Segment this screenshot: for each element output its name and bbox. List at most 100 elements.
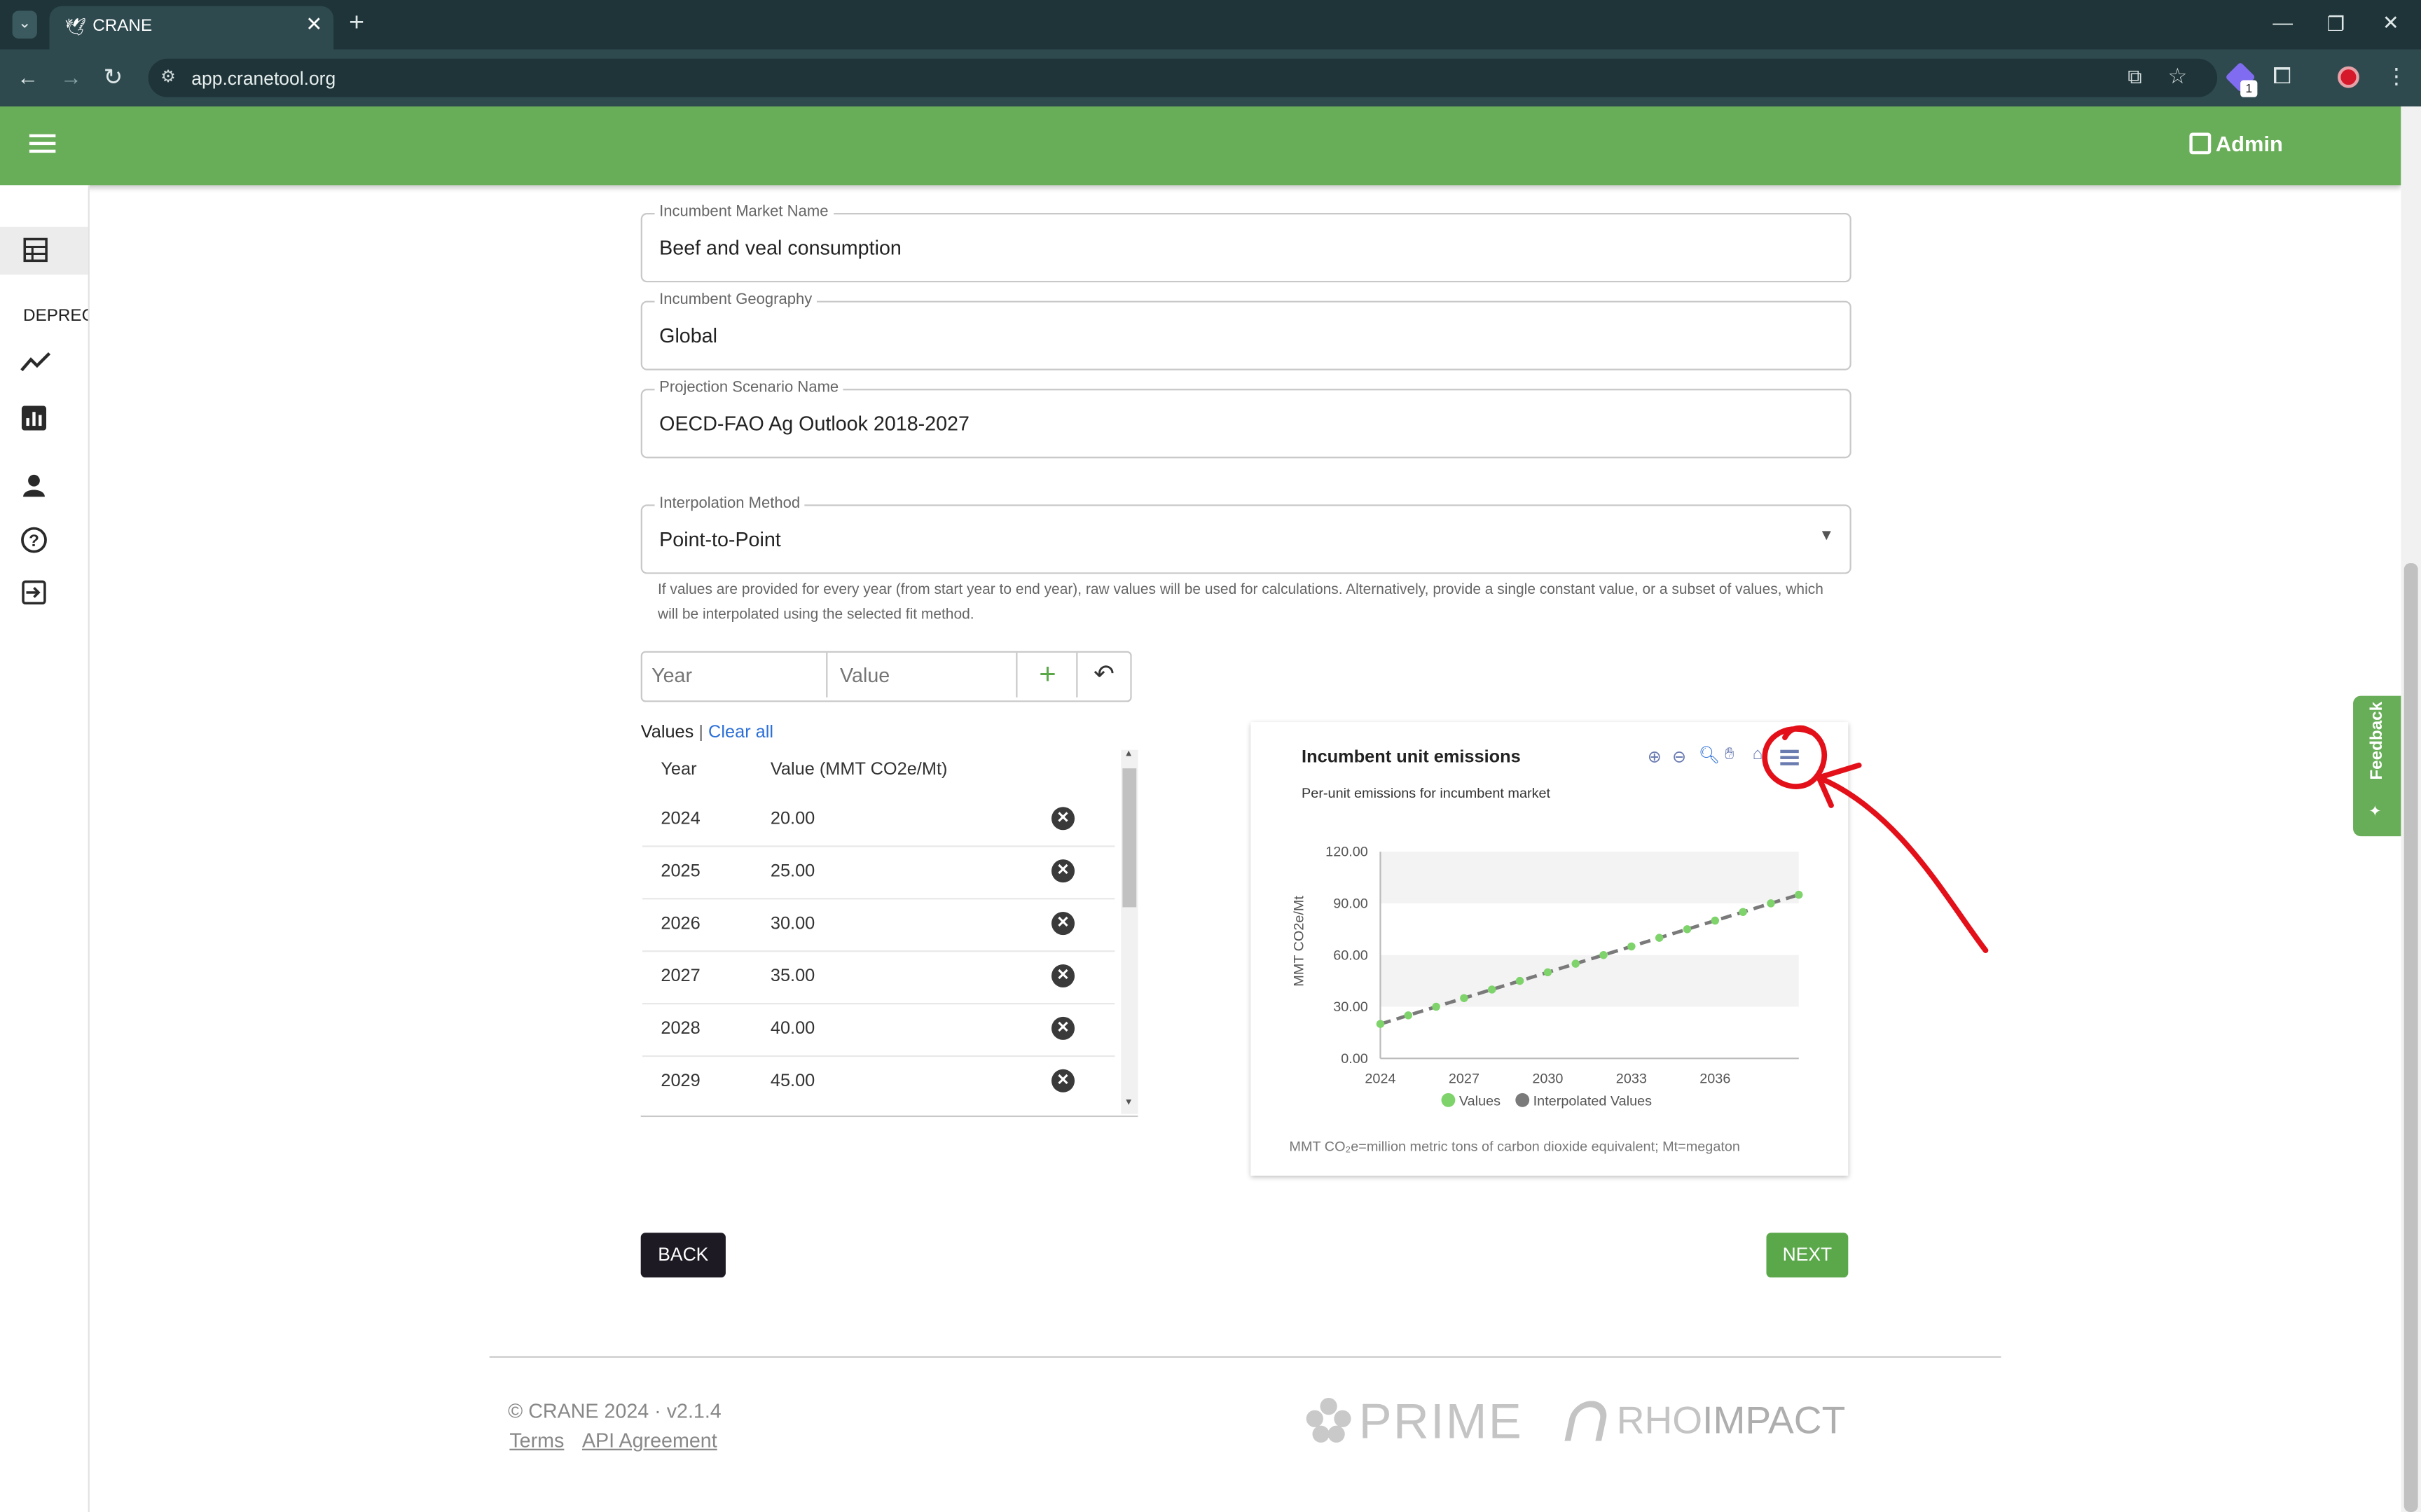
user-icon[interactable] <box>22 473 46 498</box>
incumbent-market-field[interactable]: Incumbent Market Name Beef and veal cons… <box>640 203 1851 283</box>
site-info-icon[interactable]: ⚙ <box>160 67 176 86</box>
help-icon[interactable]: ? <box>20 526 48 554</box>
new-tab-icon[interactable]: + <box>349 8 364 39</box>
value-point[interactable] <box>1627 942 1636 951</box>
back-button[interactable]: BACK <box>640 1233 726 1278</box>
row-year: 2025 <box>661 862 701 881</box>
remove-row-icon[interactable]: ✕ <box>1051 807 1075 831</box>
profile-avatar[interactable] <box>2338 66 2359 88</box>
table-scroll-thumb[interactable] <box>1122 768 1137 908</box>
value-point[interactable] <box>1515 976 1524 985</box>
remove-row-icon[interactable]: ✕ <box>1051 1069 1075 1093</box>
zoom-in-icon[interactable]: ⊕ <box>1648 747 1662 767</box>
tab-search-icon[interactable]: ⌄ <box>12 11 37 39</box>
y-tick-label: 30.00 <box>1333 999 1368 1015</box>
value-point[interactable] <box>1571 959 1580 968</box>
bookmark-star-icon[interactable]: ☆ <box>2168 63 2188 89</box>
clear-all-link[interactable]: Clear all <box>708 723 773 742</box>
minimize-icon[interactable]: — <box>2272 11 2293 34</box>
value-point[interactable] <box>1683 925 1692 934</box>
x-tick-label: 2033 <box>1616 1071 1647 1087</box>
table-row: 2025 25.00 ✕ <box>642 845 1115 900</box>
row-value: 20.00 <box>770 810 815 829</box>
feedback-tab[interactable]: Feedback ✦ <box>2353 695 2401 837</box>
forward-nav-icon[interactable]: → <box>60 65 82 90</box>
row-value: 35.00 <box>770 967 815 986</box>
admin-gear-icon <box>2189 132 2212 155</box>
interpolation-method-select[interactable]: Interpolation Method Point-to-Point ▼ <box>640 495 1851 574</box>
row-year: 2029 <box>661 1072 701 1091</box>
value-point[interactable] <box>1655 934 1664 942</box>
remove-row-icon[interactable]: ✕ <box>1051 964 1075 987</box>
zoom-out-icon[interactable]: ⊖ <box>1672 747 1686 767</box>
value-point[interactable] <box>1404 1011 1413 1020</box>
app-header: Admin <box>0 106 2401 186</box>
value-point[interactable] <box>1488 985 1496 994</box>
incumbent-geography-value: Global <box>659 324 717 347</box>
plot-band <box>1380 955 1799 1007</box>
pan-hand-icon[interactable]: ✋︎ <box>1725 745 1734 765</box>
api-agreement-link[interactable]: API Agreement <box>582 1429 717 1452</box>
logo-impact: IMPACT <box>1702 1399 1846 1443</box>
table-row: 2029 45.00 ✕ <box>642 1055 1115 1108</box>
restore-icon[interactable]: ❐ <box>2327 13 2345 37</box>
bar-chart-icon[interactable] <box>21 405 47 431</box>
incumbent-market-label: Incumbent Market Name <box>654 203 834 221</box>
value-point[interactable] <box>1432 1002 1440 1011</box>
browser-menu-icon[interactable]: ⋮ <box>2385 63 2407 89</box>
row-year: 2024 <box>661 810 701 829</box>
browser-tab[interactable]: 🕊 CRANE ✕ <box>49 6 334 50</box>
scroll-down-arrow-icon[interactable]: ▼ <box>1124 1099 1133 1108</box>
remove-row-icon[interactable]: ✕ <box>1051 1016 1075 1040</box>
plot-band <box>1380 852 1799 903</box>
url-field[interactable]: ⚙ app.cranetool.org ⧉ ☆ <box>148 58 2218 97</box>
logout-icon[interactable] <box>22 580 46 605</box>
projection-scenario-field[interactable]: Projection Scenario Name OECD-FAO Ag Out… <box>640 379 1851 459</box>
y-tick-label: 60.00 <box>1333 948 1368 963</box>
value-point[interactable] <box>1599 950 1608 959</box>
next-button[interactable]: NEXT <box>1766 1233 1849 1278</box>
admin-link[interactable]: Admin <box>2216 131 2283 155</box>
svg-text:?: ? <box>29 532 39 550</box>
value-point[interactable] <box>1460 994 1468 1002</box>
interpolation-method-value: Point-to-Point <box>659 527 781 551</box>
value-input[interactable] <box>829 652 1018 698</box>
y-tick-label: 120.00 <box>1325 845 1368 860</box>
value-point[interactable] <box>1543 968 1552 977</box>
plot-band <box>1380 903 1799 955</box>
back-nav-icon[interactable]: ← <box>17 65 39 90</box>
value-point[interactable] <box>1376 1020 1385 1028</box>
scroll-up-arrow-icon[interactable]: ▲ <box>1124 750 1133 759</box>
footer-divider <box>489 1356 2001 1358</box>
terms-link[interactable]: Terms <box>509 1429 564 1452</box>
remove-row-icon[interactable]: ✕ <box>1051 912 1075 936</box>
table-icon <box>23 237 48 263</box>
x-tick-label: 2027 <box>1449 1071 1480 1087</box>
close-tab-icon[interactable]: ✕ <box>305 13 322 37</box>
trend-line-icon[interactable] <box>20 352 51 373</box>
add-value-button[interactable]: + <box>1019 652 1078 698</box>
page-scroll-thumb[interactable] <box>2403 563 2418 1512</box>
reload-icon[interactable]: ↻ <box>104 63 123 91</box>
sidebar-deprecated-label: DEPRECA <box>23 307 88 326</box>
legend-values-label[interactable]: Values <box>1459 1094 1501 1109</box>
remove-row-icon[interactable]: ✕ <box>1051 859 1075 883</box>
install-app-icon[interactable]: ⧉ <box>2127 65 2141 90</box>
col-year-header: Year <box>661 761 697 779</box>
value-entry-group: + ↶ <box>640 651 1132 702</box>
incumbent-geography-field[interactable]: Incumbent Geography Global <box>640 291 1851 370</box>
value-point[interactable] <box>1711 916 1720 925</box>
row-value: 45.00 <box>770 1072 815 1091</box>
legend-interpolated-label[interactable]: Interpolated Values <box>1533 1094 1653 1109</box>
extensions-puzzle-icon[interactable]: ⧠ <box>2272 63 2291 89</box>
extension-badge: 1 <box>2240 80 2258 97</box>
close-window-icon[interactable]: ✕ <box>2382 11 2399 35</box>
undo-button[interactable]: ↶ <box>1077 653 1130 698</box>
dropdown-caret-icon[interactable]: ▼ <box>1819 527 1834 544</box>
year-input[interactable] <box>642 652 828 698</box>
values-title: Values <box>640 723 694 742</box>
sidebar-item-table[interactable] <box>0 226 88 275</box>
hamburger-menu-icon[interactable] <box>29 134 56 138</box>
selection-zoom-icon[interactable]: 🔍︎ <box>1699 745 1720 765</box>
x-tick-label: 2036 <box>1699 1071 1730 1087</box>
